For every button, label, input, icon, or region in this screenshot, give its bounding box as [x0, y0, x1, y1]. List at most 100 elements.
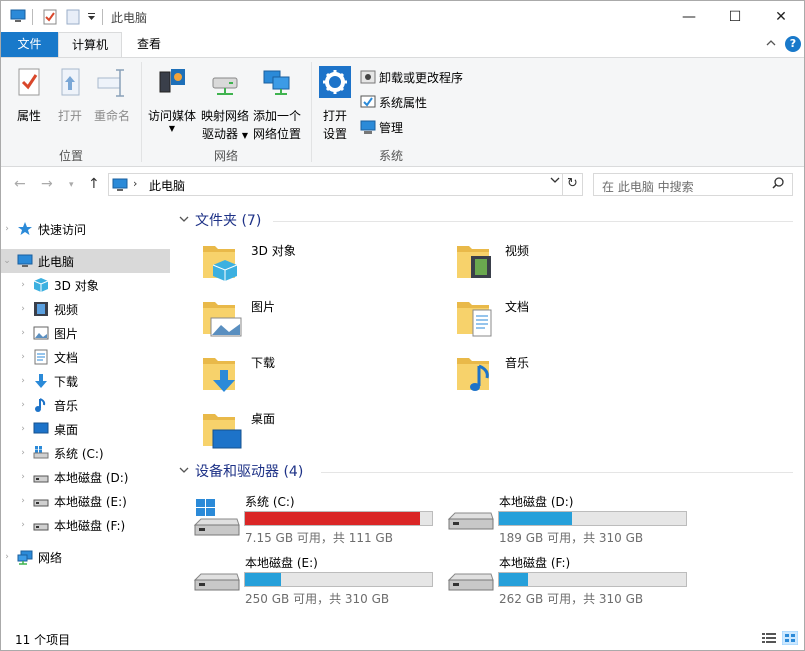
drive-e[interactable]: 本地磁盘 (E:) 250 GB 可用，共 310 GB — [173, 552, 433, 608]
sidebar-item-drive-c[interactable]: › 系统 (C:) — [1, 441, 170, 465]
collapse-arrow-icon[interactable]: ⌄ — [1, 256, 13, 266]
drive-d[interactable]: 本地磁盘 (D:) 189 GB 可用，共 310 GB — [427, 491, 687, 547]
expand-arrow-icon[interactable]: › — [17, 304, 29, 314]
help-icon[interactable]: ? — [785, 36, 801, 52]
sidebar-item-pictures[interactable]: › 图片 — [1, 321, 170, 345]
sidebar-item-label: 文档 — [54, 350, 79, 365]
address-dropdown-icon[interactable] — [550, 176, 560, 187]
collapse-ribbon-icon[interactable] — [766, 36, 776, 50]
system-properties-icon — [360, 95, 376, 108]
search-input[interactable]: 在 此电脑 中搜索 — [602, 178, 694, 195]
details-view-icon[interactable] — [761, 631, 777, 645]
explorer-window: 此电脑 — ☐ ✕ 文件 计算机 查看 ? 属性 打开 重命名 位置 访问媒体 … — [0, 0, 805, 651]
drive-usage-fill — [245, 573, 282, 586]
tab-view[interactable]: 查看 — [122, 32, 176, 58]
rename-button[interactable]: 重命名 — [87, 66, 137, 125]
expand-arrow-icon[interactable]: › — [17, 424, 29, 434]
expand-arrow-icon[interactable]: › — [17, 400, 29, 410]
sidebar-item-downloads[interactable]: › 下载 — [1, 369, 170, 393]
breadcrumb-this-pc[interactable]: 此电脑 — [149, 177, 185, 194]
folder-videos-icon — [457, 246, 491, 278]
folder-videos[interactable]: 视频 — [433, 234, 673, 286]
expand-arrow-icon[interactable]: › — [17, 472, 29, 482]
address-row: ← → ▾ ↑ › 此电脑 ↻ 在 此电脑 中搜索 — [1, 168, 804, 202]
access-media-button[interactable]: 访问媒体 ▼ — [146, 66, 198, 133]
expand-arrow-icon[interactable]: › — [1, 224, 13, 234]
minimize-button[interactable]: — — [666, 1, 712, 32]
access-media-label: 访问媒体 — [147, 109, 196, 123]
sidebar-item-this-pc[interactable]: ⌄ 此电脑 — [1, 249, 170, 273]
drive-icon — [33, 499, 49, 507]
ribbon-panel: 属性 打开 重命名 位置 访问媒体 ▼ 映射网络 驱动器 ▼ 添加一个 网络位置… — [1, 57, 804, 167]
this-pc-icon — [112, 178, 128, 191]
tab-computer[interactable]: 计算机 — [58, 32, 122, 58]
up-button[interactable]: ↑ — [88, 176, 100, 192]
folder-name: 图片 — [251, 300, 276, 314]
folders-group-header[interactable]: 文件夹 (7) — [179, 210, 261, 230]
open-settings-button[interactable]: 打开 设置 — [310, 66, 360, 143]
group-divider — [321, 472, 793, 473]
breadcrumb-chevron-icon[interactable]: › — [133, 177, 137, 190]
expand-arrow-icon[interactable]: › — [1, 552, 13, 562]
sidebar-item-drive-e[interactable]: › 本地磁盘 (E:) — [1, 489, 170, 513]
manage-button[interactable]: 管理 — [360, 117, 403, 137]
properties-quick-icon[interactable] — [43, 9, 57, 25]
network-drive-icon — [212, 77, 238, 95]
expand-arrow-icon[interactable]: › — [17, 376, 29, 386]
expand-arrow-icon[interactable]: › — [17, 352, 29, 362]
expand-arrow-icon[interactable]: › — [17, 280, 29, 290]
maximize-button[interactable]: ☐ — [712, 1, 758, 32]
add-network-location-button[interactable]: 添加一个 网络位置 — [251, 66, 303, 143]
expand-arrow-icon[interactable]: › — [17, 328, 29, 338]
drive-f[interactable]: 本地磁盘 (F:) 262 GB 可用，共 310 GB — [427, 552, 687, 608]
sidebar-item-3d-objects[interactable]: › 3D 对象 — [1, 273, 170, 297]
document-icon — [34, 349, 48, 365]
folder-documents[interactable]: 文档 — [433, 290, 673, 342]
recent-locations-icon[interactable]: ▾ — [69, 180, 74, 190]
sidebar-item-drive-d[interactable]: › 本地磁盘 (D:) — [1, 465, 170, 489]
sidebar-item-music[interactable]: › 音乐 — [1, 393, 170, 417]
system-properties-button[interactable]: 系统属性 — [360, 92, 427, 112]
folder-downloads[interactable]: 下载 — [179, 346, 419, 398]
drive-usage-bar — [498, 572, 687, 587]
search-icon[interactable] — [772, 177, 784, 192]
drive-name: 本地磁盘 (F:) — [499, 556, 571, 570]
sidebar-item-videos[interactable]: › 视频 — [1, 297, 170, 321]
uninstall-program-button[interactable]: 卸载或更改程序 — [360, 67, 463, 87]
new-folder-quick-icon[interactable] — [66, 9, 80, 25]
drive-space-summary: 189 GB 可用，共 310 GB — [499, 531, 644, 545]
drive-space-summary: 7.15 GB 可用，共 111 GB — [245, 531, 393, 545]
forward-button[interactable]: → — [41, 176, 53, 192]
uninstall-label: 卸载或更改程序 — [379, 70, 464, 85]
sidebar-item-quick-access[interactable]: › 快速访问 — [1, 217, 170, 241]
map-network-drive-button[interactable]: 映射网络 驱动器 ▼ — [199, 66, 251, 145]
collapse-group-icon[interactable] — [179, 215, 189, 226]
collapse-group-icon[interactable] — [179, 466, 189, 477]
customize-quick-access-icon[interactable] — [87, 13, 96, 21]
tab-file[interactable]: 文件 — [1, 32, 58, 58]
back-button[interactable]: ← — [14, 176, 26, 192]
folder-pictures[interactable]: 图片 — [179, 290, 419, 342]
refresh-button[interactable]: ↻ — [563, 173, 583, 196]
this-pc-icon — [17, 254, 33, 267]
expand-arrow-icon[interactable]: › — [17, 520, 29, 530]
search-box[interactable]: 在 此电脑 中搜索 — [593, 173, 793, 196]
star-icon — [18, 222, 32, 235]
sidebar-item-desktop[interactable]: › 桌面 — [1, 417, 170, 441]
large-icons-view-icon[interactable] — [782, 631, 798, 645]
folder-desktop[interactable]: 桌面 — [179, 402, 419, 454]
sidebar-item-label: 快速访问 — [38, 222, 87, 237]
sidebar-item-label: 3D 对象 — [54, 278, 99, 293]
folder-3d-objects[interactable]: 3D 对象 — [179, 234, 419, 286]
map-drive-dropdown-icon: ▼ — [241, 131, 248, 140]
sidebar-item-drive-f[interactable]: › 本地磁盘 (F:) — [1, 513, 170, 537]
sidebar-item-network[interactable]: › 网络 — [1, 545, 170, 569]
close-button[interactable]: ✕ — [758, 1, 804, 32]
folder-music[interactable]: 音乐 — [433, 346, 673, 398]
drive-c[interactable]: 系统 (C:) 7.15 GB 可用，共 111 GB — [173, 491, 433, 547]
expand-arrow-icon[interactable]: › — [17, 448, 29, 458]
sidebar-item-documents[interactable]: › 文档 — [1, 345, 170, 369]
expand-arrow-icon[interactable]: › — [17, 496, 29, 506]
address-bar[interactable]: › 此电脑 — [108, 173, 563, 196]
drives-group-header[interactable]: 设备和驱动器 (4) — [179, 461, 303, 481]
